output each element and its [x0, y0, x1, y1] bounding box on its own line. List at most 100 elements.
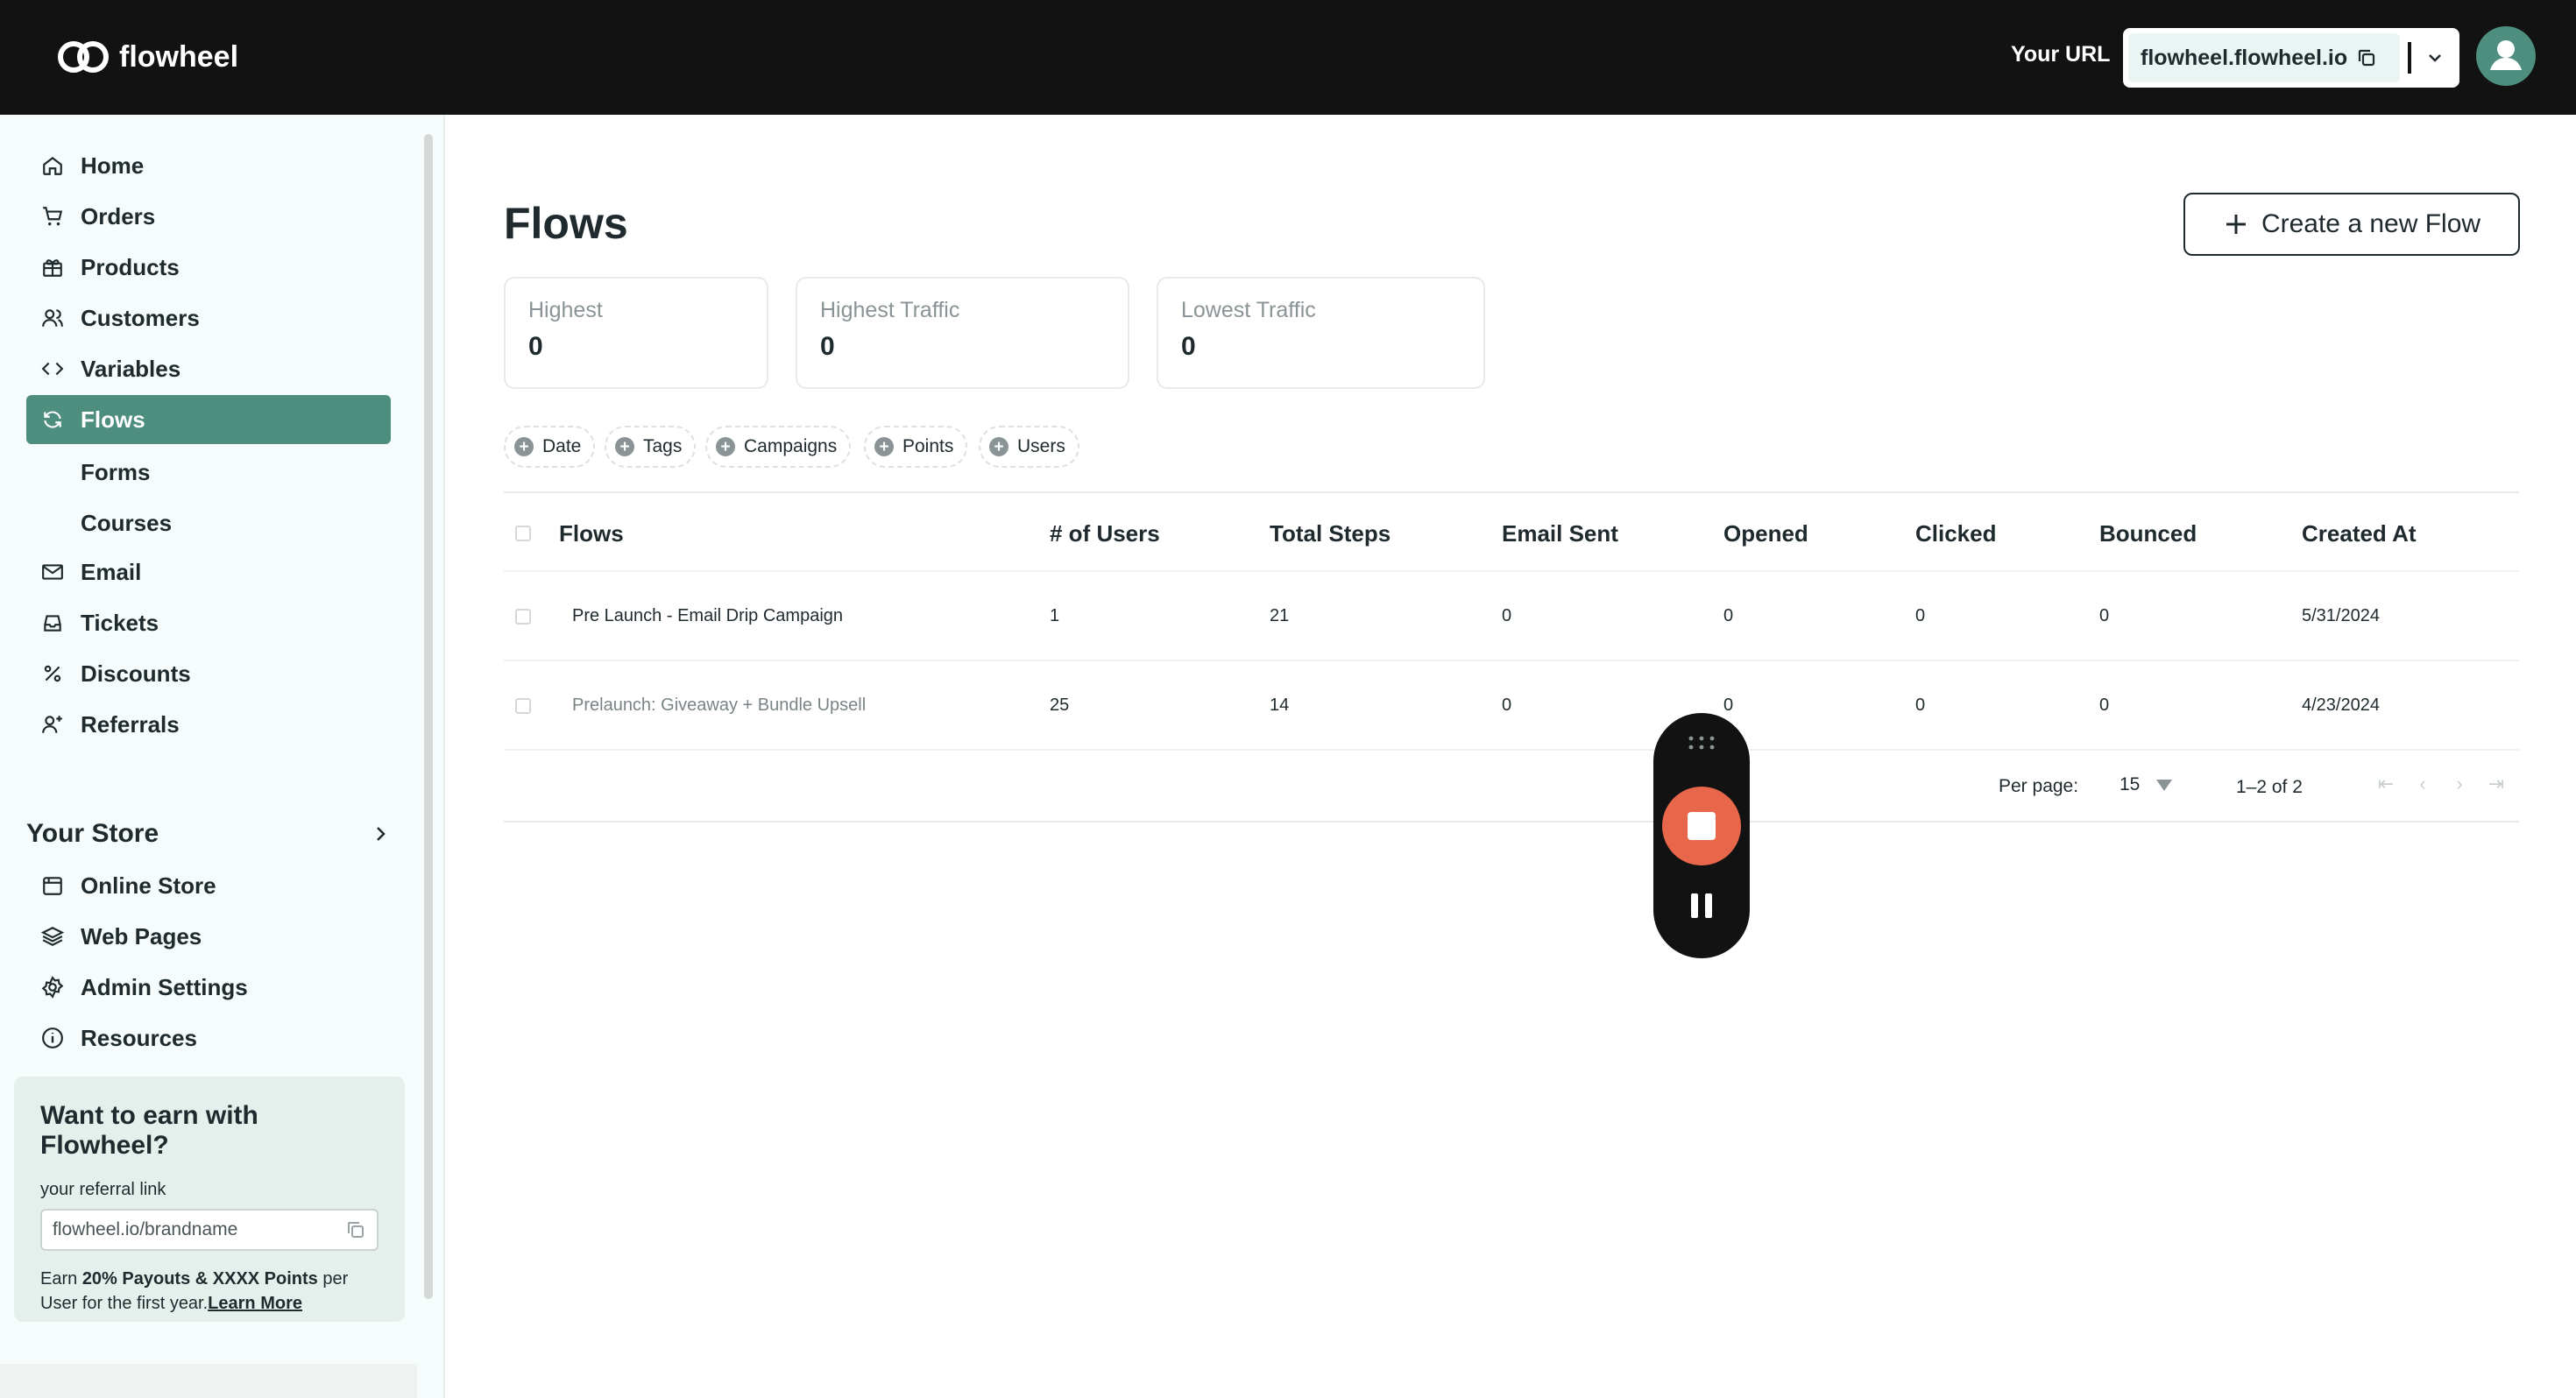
sidebar-item-email[interactable]: Email: [26, 547, 391, 597]
per-page-select[interactable]: 15: [2120, 774, 2140, 795]
table-bottom-border: [504, 821, 2519, 823]
sidebar-item-courses[interactable]: Courses: [81, 510, 172, 537]
column-header-clicked[interactable]: Clicked: [1915, 520, 1997, 547]
inbox-icon: [40, 611, 65, 635]
sidebar-item-label: Admin Settings: [81, 973, 248, 1000]
sidebar-footer: [0, 1364, 417, 1398]
create-flow-label: Create a new Flow: [2261, 209, 2481, 238]
flow-name-link[interactable]: Pre Launch - Email Drip Campaign: [572, 606, 843, 626]
learn-more-link[interactable]: Learn More: [208, 1294, 302, 1313]
first-page-icon[interactable]: ⇤: [2376, 774, 2396, 794]
promo-text: Earn 20% Payouts & XXXX Points per User …: [40, 1267, 379, 1316]
sidebar-item-tickets[interactable]: Tickets: [26, 598, 391, 647]
cell-users: 25: [1050, 695, 1070, 715]
info-icon: [40, 1026, 65, 1050]
sidebar-item-label: Flows: [81, 406, 145, 433]
sidebar-item-label: Discounts: [81, 660, 191, 687]
sidebar-item-discounts[interactable]: Discounts: [26, 649, 391, 698]
sidebar-item-variables[interactable]: Variables: [26, 344, 391, 393]
column-header-total-steps[interactable]: Total Steps: [1270, 520, 1391, 547]
referral-link-value: flowheel.io/brandname: [53, 1219, 238, 1239]
column-header-flows[interactable]: Flows: [559, 520, 624, 547]
plus-circle-icon: +: [514, 437, 534, 456]
drag-handle-icon[interactable]: [1684, 734, 1719, 752]
column-header-email-sent[interactable]: Email Sent: [1502, 520, 1618, 547]
pagination-range: 1–2 of 2: [2236, 777, 2303, 797]
logo[interactable]: flowheel: [56, 35, 238, 79]
sidebar-item-admin-settings[interactable]: Admin Settings: [26, 963, 391, 1012]
stat-label: Highest Traffic: [820, 298, 960, 322]
sidebar-item-label: Variables: [81, 355, 181, 382]
cart-icon: [40, 204, 65, 229]
screen-recorder-widget: [1653, 713, 1750, 958]
flow-name-link[interactable]: Prelaunch: Giveaway + Bundle Upsell: [572, 695, 866, 716]
chevron-down-icon[interactable]: [2421, 44, 2449, 72]
promo-text-highlight: 20% Payouts & XXXX Points: [81, 1269, 318, 1289]
layers-icon: [40, 924, 65, 949]
stop-recording-button[interactable]: [1662, 787, 1741, 865]
top-bar: flowheel Your URL flowheel.flowheel.io: [0, 0, 2576, 115]
cell-clicked: 0: [1915, 695, 1926, 715]
filter-campaigns[interactable]: + Campaigns: [705, 426, 852, 468]
stop-icon: [1688, 812, 1716, 840]
column-header-bounced[interactable]: Bounced: [2099, 520, 2197, 547]
plus-circle-icon: +: [615, 437, 634, 456]
sidebar-item-orders[interactable]: Orders: [26, 192, 391, 241]
sidebar-item-products[interactable]: Products: [26, 243, 391, 292]
stat-label: Lowest Traffic: [1181, 298, 1316, 322]
sidebar-item-forms[interactable]: Forms: [81, 459, 150, 486]
store-icon: [40, 873, 65, 898]
cell-total-steps: 14: [1270, 695, 1290, 715]
stat-label: Highest: [528, 298, 603, 322]
sidebar-item-web-pages[interactable]: Web Pages: [26, 912, 391, 961]
referral-link-label: your referral link: [40, 1180, 166, 1199]
last-page-icon[interactable]: ⇥: [2487, 774, 2506, 794]
your-store-header[interactable]: Your Store: [26, 819, 391, 849]
avatar[interactable]: [2476, 26, 2536, 86]
next-page-icon[interactable]: ›: [2450, 774, 2469, 794]
column-header-users[interactable]: # of Users: [1050, 520, 1160, 547]
sidebar-item-referrals[interactable]: Referrals: [26, 700, 391, 749]
filter-points[interactable]: + Points: [864, 426, 968, 468]
filter-users[interactable]: + Users: [979, 426, 1079, 468]
filter-label: Campaigns: [744, 436, 838, 456]
chevron-right-icon[interactable]: [370, 823, 391, 844]
sidebar-item-customers[interactable]: Customers: [26, 293, 391, 342]
plus-circle-icon: +: [874, 437, 894, 456]
filter-label: Users: [1017, 436, 1065, 456]
refresh-icon: [40, 407, 65, 432]
prev-page-icon[interactable]: ‹: [2413, 774, 2432, 794]
column-header-created-at[interactable]: Created At: [2302, 520, 2417, 547]
sidebar-item-flows[interactable]: Flows: [26, 395, 391, 444]
copy-icon[interactable]: [345, 1219, 366, 1240]
user-plus-icon: [40, 712, 65, 737]
referral-link-field[interactable]: flowheel.io/brandname: [40, 1209, 379, 1251]
filter-date[interactable]: + Date: [504, 426, 596, 468]
mail-icon: [40, 560, 65, 584]
sidebar-item-online-store[interactable]: Online Store: [26, 861, 391, 910]
copy-icon[interactable]: [2356, 47, 2377, 68]
filter-tags[interactable]: + Tags: [605, 426, 697, 468]
url-value-box[interactable]: flowheel.flowheel.io: [2128, 33, 2400, 82]
row-checkbox[interactable]: [515, 609, 531, 625]
sidebar-item-home[interactable]: Home: [26, 141, 391, 190]
row-checkbox[interactable]: [515, 698, 531, 714]
stat-card-lowest-traffic: Lowest Traffic 0: [1157, 277, 1485, 389]
column-header-opened[interactable]: Opened: [1723, 520, 1808, 547]
sidebar-item-label: Customers: [81, 304, 200, 331]
caret-down-icon[interactable]: [2156, 780, 2172, 791]
sidebar-item-label: Tickets: [81, 609, 159, 636]
url-selector[interactable]: flowheel.flowheel.io: [2123, 28, 2459, 88]
sidebar-scrollbar[interactable]: [424, 134, 433, 1299]
user-icon: [2490, 40, 2522, 70]
sidebar-item-resources[interactable]: Resources: [26, 1013, 391, 1063]
header-divider: [504, 570, 2519, 572]
create-flow-button[interactable]: Create a new Flow: [2183, 193, 2520, 256]
sidebar-item-label: Online Store: [81, 872, 216, 899]
pause-button[interactable]: [1688, 893, 1715, 921]
sidebar-item-label: Home: [81, 152, 145, 179]
page-title: Flows: [504, 199, 628, 248]
select-all-checkbox[interactable]: [515, 526, 531, 541]
sidebar-item-label: Resources: [81, 1024, 197, 1051]
url-divider: [2408, 42, 2411, 74]
